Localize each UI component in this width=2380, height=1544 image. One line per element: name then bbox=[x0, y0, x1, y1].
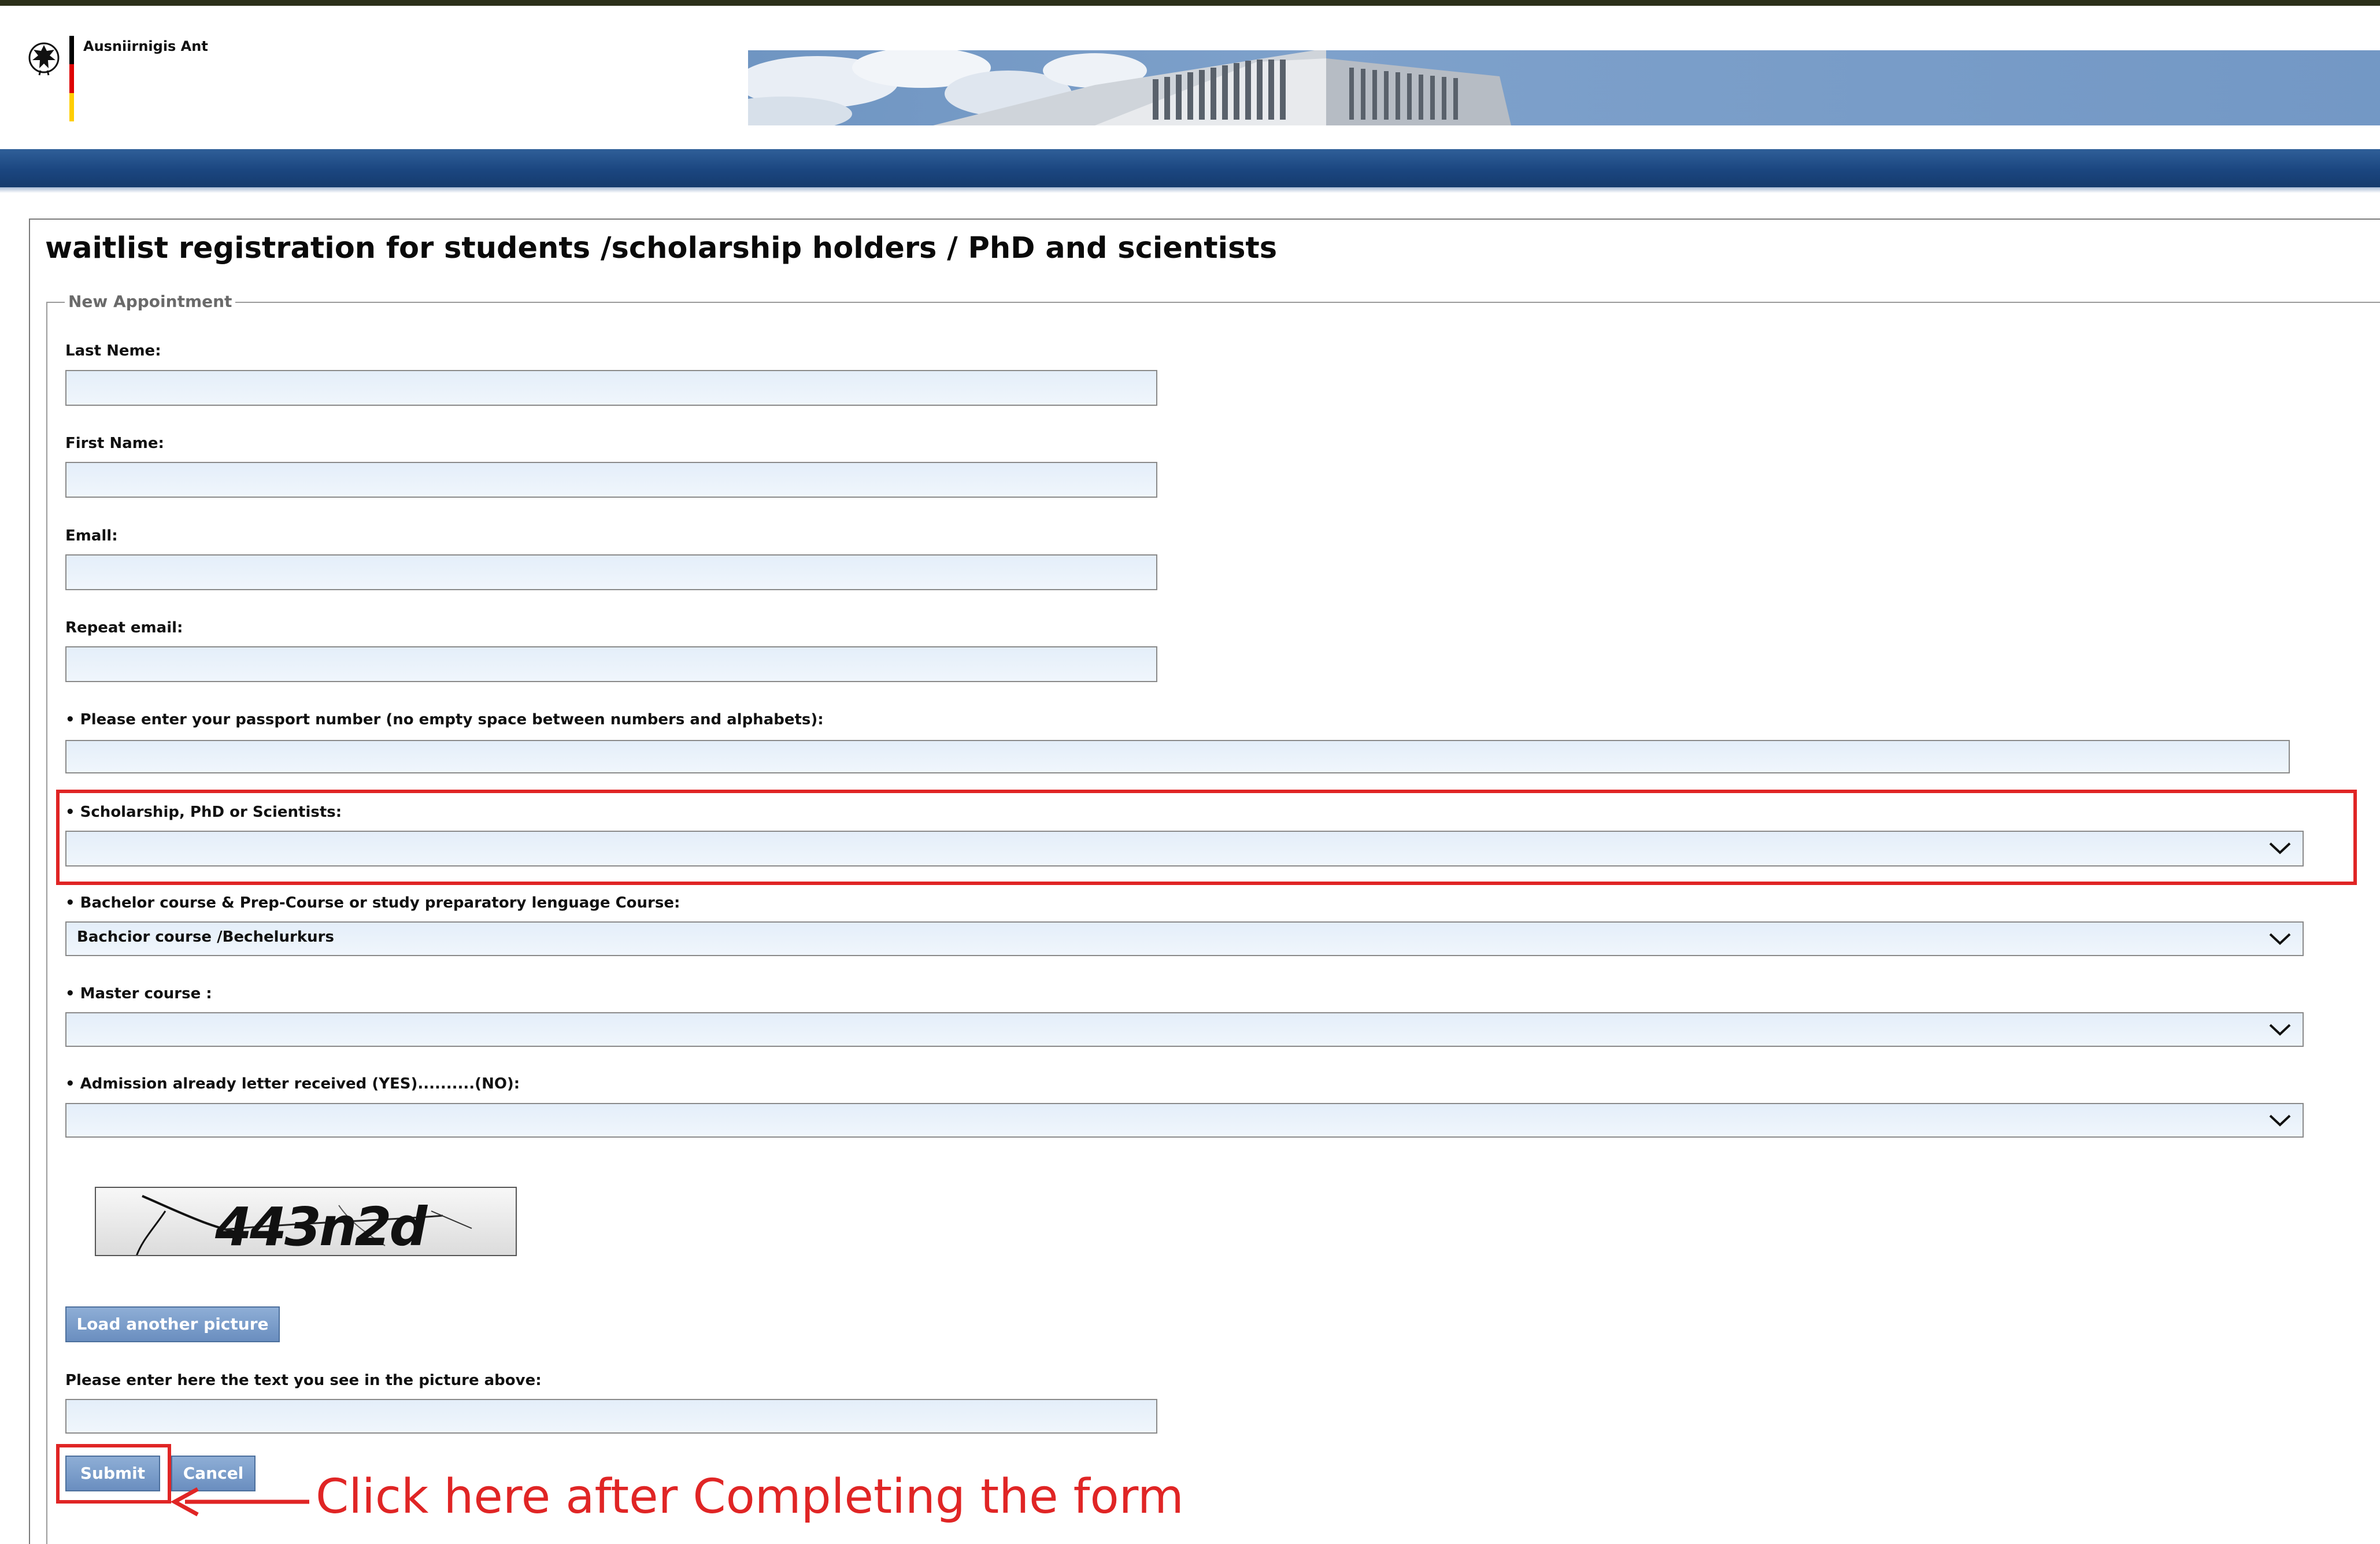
email-label: Emall: bbox=[65, 527, 118, 545]
bachelor-selected-value: Bachcior course /Bechelurkurs bbox=[77, 928, 334, 946]
master-label: • Master course : bbox=[65, 985, 212, 1002]
chevron-down-icon bbox=[2269, 933, 2291, 945]
site-header: Ausniirnigis Ant bbox=[0, 6, 2380, 150]
german-flag-stripe bbox=[69, 36, 74, 121]
first-name-input[interactable] bbox=[65, 462, 1157, 498]
top-border bbox=[0, 0, 2380, 6]
repeat-email-label: Repeat email: bbox=[65, 619, 183, 636]
passport-input[interactable] bbox=[65, 740, 2290, 773]
email-input[interactable] bbox=[65, 554, 1157, 590]
captcha-text: 443n2d bbox=[215, 1196, 427, 1256]
admission-label: • Admission already letter received (YES… bbox=[65, 1075, 520, 1093]
passport-label: • Please enter your passport number (no … bbox=[65, 711, 824, 728]
first-name-label: First Name: bbox=[65, 435, 164, 452]
chevron-down-icon bbox=[2269, 1115, 2291, 1127]
fieldset-legend: New Appointment bbox=[65, 292, 236, 311]
submit-highlight-box bbox=[56, 1444, 171, 1504]
master-select[interactable] bbox=[65, 1012, 2304, 1047]
captcha-input[interactable] bbox=[65, 1399, 1157, 1434]
instruction-annotation: Click here after Completing the form bbox=[316, 1469, 1184, 1524]
load-another-picture-button[interactable]: Load another picture bbox=[65, 1306, 280, 1342]
brand-name: Ausniirnigis Ant bbox=[83, 38, 208, 54]
navigation-bar bbox=[0, 149, 2380, 187]
repeat-email-input[interactable] bbox=[65, 646, 1157, 682]
header-banner-image bbox=[748, 50, 2380, 125]
bachelor-select[interactable]: Bachcior course /Bechelurkurs bbox=[65, 921, 2304, 956]
captcha-image: 443n2d bbox=[95, 1187, 517, 1256]
admission-select[interactable] bbox=[65, 1103, 2304, 1138]
scholarship-highlight-box bbox=[56, 790, 2357, 885]
cancel-button[interactable]: Cancel bbox=[171, 1456, 256, 1491]
chevron-down-icon bbox=[2269, 1024, 2291, 1036]
federal-eagle-icon bbox=[28, 42, 60, 76]
arrow-left-icon bbox=[170, 1487, 309, 1517]
navigation-bar-shadow bbox=[0, 187, 2380, 193]
bachelor-label: • Bachelor course & Prep-Course or study… bbox=[65, 894, 680, 912]
last-name-label: Last Neme: bbox=[65, 342, 161, 360]
last-name-input[interactable] bbox=[65, 370, 1157, 406]
page-title: waitlist registration for students /scho… bbox=[45, 231, 1278, 265]
captcha-input-label: Please enter here the text you see in th… bbox=[65, 1372, 542, 1389]
